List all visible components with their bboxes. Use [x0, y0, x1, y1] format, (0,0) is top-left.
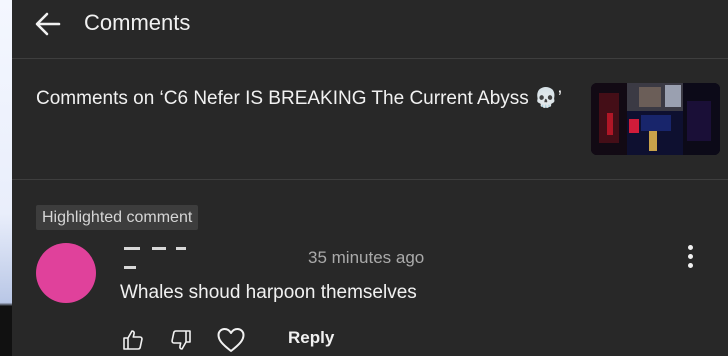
avatar[interactable] — [36, 243, 96, 303]
video-info: Comments on ‘C6 Nefer IS BREAKING The Cu… — [12, 59, 728, 180]
reply-button[interactable]: Reply — [288, 328, 334, 348]
comment-timestamp[interactable]: 35 minutes ago — [308, 248, 424, 268]
video-thumbnail[interactable] — [591, 83, 720, 155]
thumb-up-icon — [123, 330, 143, 350]
video-title: Comments on ‘C6 Nefer IS BREAKING The Cu… — [36, 88, 562, 109]
comments-panel: Comments Comments on ‘C6 Nefer IS BREAKI… — [12, 0, 728, 356]
author-name[interactable] — [120, 246, 200, 270]
background-window-strip — [0, 0, 12, 356]
heart-icon — [217, 328, 245, 352]
highlighted-comment-badge: Highlighted comment — [36, 205, 199, 230]
comments-header: Comments — [12, 0, 728, 59]
menu-dot — [687, 253, 693, 259]
menu-dot — [687, 244, 693, 250]
comment-text: Whales shoud harpoon themselves — [120, 282, 417, 303]
heart-button[interactable] — [214, 324, 248, 356]
thumb-down-icon — [171, 330, 191, 350]
page-title: Comments — [84, 10, 191, 35]
back-button[interactable] — [32, 8, 64, 40]
arrow-left-icon — [35, 12, 61, 36]
author-name-obscured — [124, 247, 186, 269]
like-button[interactable] — [118, 324, 148, 356]
menu-dot — [687, 262, 693, 268]
dislike-button[interactable] — [166, 324, 196, 356]
thumbnail-image — [591, 83, 720, 155]
more-vert-icon[interactable] — [678, 240, 702, 272]
